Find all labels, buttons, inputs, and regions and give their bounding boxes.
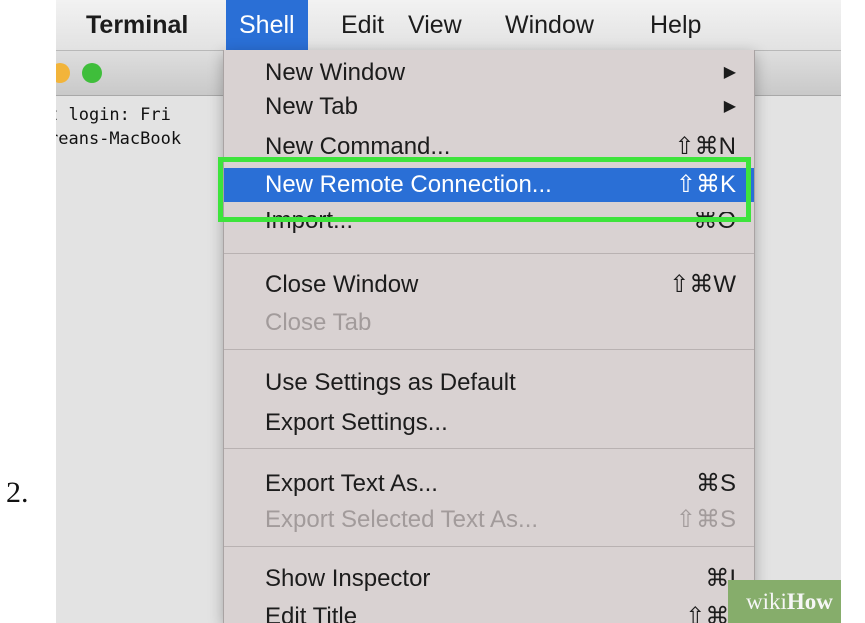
menu-separator [224,546,754,547]
shell-menu-dropdown: New Window ▶ New Tab ▶ New Command... ⇧⌘… [223,50,755,623]
menu-item-label: Export Text As... [265,470,438,497]
menu-item-import[interactable]: Import... ⌘O [224,212,754,240]
menu-separator [224,448,754,449]
menu-item-new-remote-connection[interactable]: New Remote Connection... ⇧⌘K [224,168,754,202]
menu-window[interactable]: Window [505,0,594,50]
menu-item-label: New Tab [265,93,358,120]
zoom-button[interactable] [82,63,102,83]
menu-item-label: Import... [265,212,354,234]
menu-item-edit-title[interactable]: Edit Title ⇧⌘I [224,600,754,623]
menu-separator [224,349,754,350]
menu-item-close-window[interactable]: Close Window ⇧⌘W [224,268,754,302]
menu-item-label: Export Selected Text As... [265,506,539,533]
step-number: 2. [6,476,29,509]
menu-item-label: Close Window [265,271,419,298]
submenu-arrow-icon: ▶ [723,64,736,81]
menu-item-new-window[interactable]: New Window ▶ [224,56,754,90]
menu-item-export-text-as[interactable]: Export Text As... ⌘S [224,467,754,501]
menu-item-export-settings[interactable]: Export Settings... [224,406,754,440]
menu-item-shortcut: ⇧⌘W [669,271,736,298]
terminal-line: t login: Fri [56,105,171,125]
minimize-button[interactable] [56,63,70,83]
menu-item-use-settings-as-default[interactable]: Use Settings as Default [224,366,754,400]
menu-edit[interactable]: Edit [341,0,384,50]
terminal-line: reans-MacBook [56,129,182,149]
screenshot: Terminal Shell Edit View Window Help t l… [56,0,841,623]
menu-item-show-inspector[interactable]: Show Inspector ⌘I [224,562,754,596]
menu-view[interactable]: View [408,0,462,50]
menu-item-label: Edit Title [265,603,358,623]
menu-item-label: New Command... [265,133,451,160]
wikihow-watermark: wikiHow [728,580,841,623]
menu-item-label: New Window [265,59,406,86]
menu-help[interactable]: Help [650,0,701,50]
menu-item-label: Use Settings as Default [265,369,516,396]
menu-item-new-command[interactable]: New Command... ⇧⌘N [224,130,754,164]
menu-item-close-tab: Close Tab [224,306,754,340]
menu-item-label: Close Tab [265,309,372,336]
menu-item-export-selected-text-as: Export Selected Text As... ⇧⌘S [224,503,754,537]
menu-bar: Terminal Shell Edit View Window Help [56,0,841,51]
menu-item-shortcut: ⇧⌘S [675,506,736,533]
menu-shell[interactable]: Shell [226,0,308,50]
menu-item-shortcut: ⇧⌘N [674,133,736,160]
menu-item-label: New Remote Connection... [265,171,552,198]
menu-item-label: Show Inspector [265,565,431,592]
menu-terminal[interactable]: Terminal [86,0,188,50]
menu-item-label: Export Settings... [265,409,448,436]
submenu-arrow-icon: ▶ [723,98,736,115]
menu-separator [224,253,754,254]
menu-item-shortcut: ⌘O [693,212,736,234]
menu-item-new-tab[interactable]: New Tab ▶ [224,90,754,124]
menu-item-shortcut: ⇧⌘K [675,171,736,198]
menu-item-shortcut: ⌘S [695,470,736,497]
